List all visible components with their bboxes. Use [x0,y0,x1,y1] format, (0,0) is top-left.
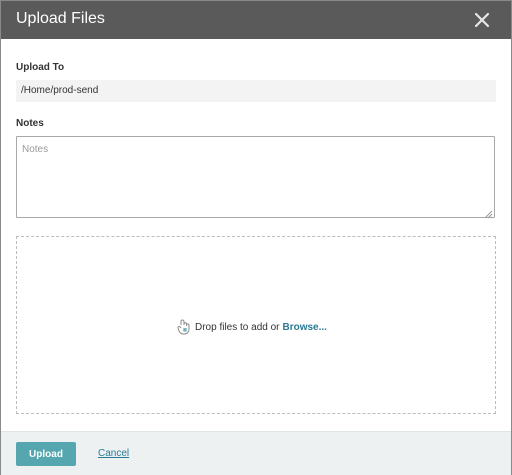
browse-link[interactable]: Browse... [283,322,327,333]
dropzone-text: Drop files to add or [195,321,280,333]
upload-button[interactable]: Upload [16,442,76,466]
upload-to-path-value: /Home/prod-send [21,85,99,96]
close-icon[interactable] [473,11,491,29]
upload-to-path-field: /Home/prod-send [16,80,496,102]
notes-textarea[interactable] [16,136,495,218]
dialog-titlebar: Upload Files [1,1,511,39]
upload-to-label: Upload To [16,62,65,73]
dialog-footer: Upload Cancel [1,431,511,475]
upload-drop-icon [177,319,191,335]
dialog-title: Upload Files [16,10,105,27]
cancel-link[interactable]: Cancel [98,448,129,459]
upload-files-dialog: Upload Files Upload To /Home/prod-send N… [0,0,512,475]
resize-grip-icon[interactable] [483,206,493,219]
notes-label: Notes [16,118,44,129]
file-dropzone[interactable]: Drop files to add or Browse... [16,236,496,414]
dropzone-content: Drop files to add or Browse... [177,319,327,335]
